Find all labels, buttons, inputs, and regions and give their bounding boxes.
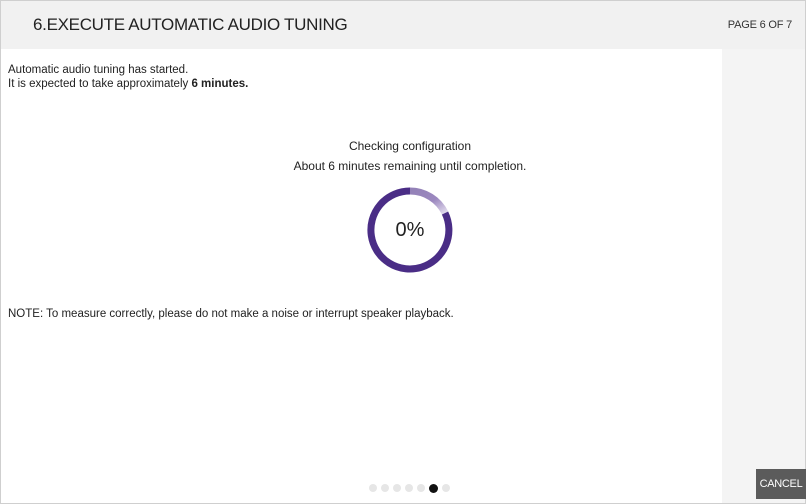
wizard-header: 6.EXECUTE AUTOMATIC AUDIO TUNING PAGE 6 … xyxy=(1,1,805,49)
intro-duration: 6 minutes. xyxy=(191,78,249,90)
status-block: Checking configuration About 6 minutes r… xyxy=(0,139,806,173)
page-indicator: PAGE 6 OF 7 xyxy=(727,19,792,31)
note-text: NOTE: To measure correctly, please do no… xyxy=(8,308,454,320)
page-dot xyxy=(417,484,425,492)
intro-line-1: Automatic audio tuning has started. xyxy=(8,64,189,76)
status-remaining: About 6 minutes remaining until completi… xyxy=(293,159,527,173)
intro-line-2-text: It is expected to take approximately xyxy=(8,78,192,90)
intro-line-2: It is expected to take approximately 6 m… xyxy=(8,77,248,91)
page-dot xyxy=(369,484,377,492)
progress-percent: 0% xyxy=(395,219,425,241)
page-title: 6.EXECUTE AUTOMATIC AUDIO TUNING xyxy=(33,15,348,34)
side-panel xyxy=(722,49,805,503)
page-dot xyxy=(442,484,450,492)
cancel-button[interactable]: CANCEL xyxy=(756,469,806,499)
progress-ring: 0% xyxy=(365,185,455,275)
page-dot xyxy=(405,484,413,492)
intro-text: Automatic audio tuning has started. It i… xyxy=(8,63,248,91)
page-dot-active xyxy=(429,483,438,493)
page-dot xyxy=(381,484,389,492)
page-dots xyxy=(369,482,450,494)
page-dot xyxy=(393,484,401,492)
status-title: Checking configuration xyxy=(348,139,472,153)
